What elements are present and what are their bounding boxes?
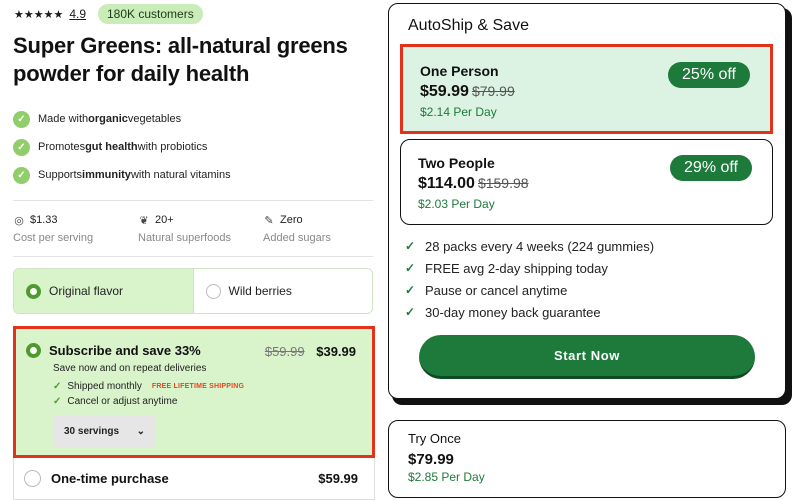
radio-empty-icon xyxy=(205,283,221,299)
perks-list: ✓ 28 packs every 4 weeks (224 gummies) ✓ F… xyxy=(405,235,654,323)
perk-item: ✓ 30-day money back guarantee xyxy=(405,304,601,320)
stat-value: $1.33 xyxy=(30,214,58,226)
perk-item: ✓ 28 packs every 4 weeks (224 gummies) xyxy=(405,238,655,254)
servings-dropdown[interactable]: 30 servings ⌄ xyxy=(53,415,156,447)
servings-value: 30 servings xyxy=(64,425,120,437)
stat-sugars: ✎ Zero Added sugars xyxy=(263,212,388,244)
plan-per-day: $2.14 Per Day xyxy=(420,105,497,119)
check-icon: ✓ xyxy=(405,305,416,319)
check-circle-icon: ✓ xyxy=(13,110,30,128)
stat-cost: ◎ $1.33 Cost per serving xyxy=(13,212,138,244)
product-title: Super Greens: all-natural greens powder … xyxy=(13,33,348,86)
perk-item: ✓ Pause or cancel anytime xyxy=(405,282,568,298)
coin-icon: ◎ xyxy=(14,214,24,227)
radio-selected-icon xyxy=(26,283,41,299)
plan-one-person[interactable]: One Person $59.99 $79.99 $2.14 Per Day 25… xyxy=(400,44,773,134)
start-now-button[interactable]: Start Now xyxy=(419,335,755,379)
subscribe-feature: ✓ Shipped monthly FREE LIFETIME SHIPPING xyxy=(53,381,245,392)
plan-name: Two People xyxy=(418,155,495,171)
radio-selected-icon xyxy=(26,343,41,358)
divider xyxy=(13,200,373,201)
discount-badge: 25% off xyxy=(668,62,750,88)
stat-label: Natural superfoods xyxy=(138,232,231,244)
stat-label: Cost per serving xyxy=(13,232,94,244)
subscribe-prices: $59.99 $39.99 xyxy=(265,344,356,359)
autoship-card: AutoShip & Save One Person $59.99 $79.99 … xyxy=(388,3,786,399)
flavor-label: Original flavor xyxy=(49,284,124,298)
stats-row: ◎ $1.33 Cost per serving ❦ 20+ Natural sup… xyxy=(13,212,388,244)
try-once-per-day: $2.85 Per Day xyxy=(408,470,485,484)
check-circle-icon: ✓ xyxy=(13,166,30,184)
flavor-selector: Original flavor Wild berries xyxy=(13,268,373,314)
one-time-price: $59.99 xyxy=(318,471,358,486)
customers-badge: 180K customers xyxy=(98,4,203,24)
flavor-option-original[interactable]: Original flavor xyxy=(14,269,193,313)
stat-label: Added sugars xyxy=(263,232,331,244)
stat-superfoods: ❦ 20+ Natural superfoods xyxy=(138,212,263,244)
check-icon: ✓ xyxy=(405,283,416,297)
flavor-option-wild-berries[interactable]: Wild berries xyxy=(192,269,373,313)
divider xyxy=(13,256,373,257)
product-details: ★★★★★ 4.9 180K customers Super Greens: a… xyxy=(0,0,380,500)
new-price: $39.99 xyxy=(316,344,356,359)
free-shipping-label: FREE LIFETIME SHIPPING xyxy=(151,383,245,390)
subscribe-option[interactable]: Subscribe and save 33% $59.99 $39.99 Sav… xyxy=(13,326,375,458)
subscribe-description: Save now and on repeat deliveries xyxy=(53,363,207,374)
one-time-title: One-time purchase xyxy=(51,471,169,486)
try-once-card[interactable]: Try Once $79.99 $2.85 Per Day xyxy=(388,420,786,498)
stat-value: Zero xyxy=(280,214,303,226)
benefit-item: ✓ Supports immunity with natural vitamin… xyxy=(13,161,231,189)
check-icon: ✓ xyxy=(53,396,62,407)
stat-value: 20+ xyxy=(155,214,174,226)
plan-price: $114.00 $159.98 xyxy=(418,175,529,192)
rating-value-link[interactable]: 4.9 xyxy=(69,7,86,21)
old-price: $79.99 xyxy=(471,83,515,99)
star-rating-icon: ★★★★★ xyxy=(14,8,64,21)
benefit-item: ✓ Made with organic vegetables xyxy=(13,105,231,133)
flavor-label: Wild berries xyxy=(228,284,292,298)
check-circle-icon: ✓ xyxy=(13,138,30,156)
plan-price: $59.99 $79.99 xyxy=(420,83,515,100)
old-price: $59.99 xyxy=(264,344,305,359)
check-icon: ✓ xyxy=(53,381,62,392)
subscribe-feature: ✓ Cancel or adjust anytime xyxy=(53,396,178,407)
discount-badge: 29% off xyxy=(670,155,752,181)
one-time-option[interactable]: One-time purchase $59.99 xyxy=(13,458,375,500)
radio-empty-icon xyxy=(24,470,41,487)
check-icon: ✓ xyxy=(405,239,416,253)
autoship-title: AutoShip & Save xyxy=(408,17,529,34)
old-price: $159.98 xyxy=(477,175,529,191)
rating-row: ★★★★★ 4.9 180K customers xyxy=(14,4,203,24)
plan-two-people[interactable]: Two People $114.00 $159.98 $2.03 Per Day … xyxy=(400,139,773,225)
sprout-icon: ❦ xyxy=(139,214,149,227)
perk-item: ✓ FREE avg 2-day shipping today xyxy=(405,260,608,276)
plan-name: One Person xyxy=(420,63,499,79)
plan-per-day: $2.03 Per Day xyxy=(418,197,495,211)
try-once-price: $79.99 xyxy=(408,451,454,468)
chevron-down-icon: ⌄ xyxy=(136,425,145,437)
benefit-item: ✓ Promotes gut health with probiotics xyxy=(13,133,231,161)
benefits-list: ✓ Made with organic vegetables ✓ Promote… xyxy=(13,105,231,189)
check-icon: ✓ xyxy=(405,261,416,275)
try-once-title: Try Once xyxy=(408,431,461,446)
subscribe-title: Subscribe and save 33% xyxy=(49,343,201,358)
leaf-icon: ✎ xyxy=(264,214,274,227)
